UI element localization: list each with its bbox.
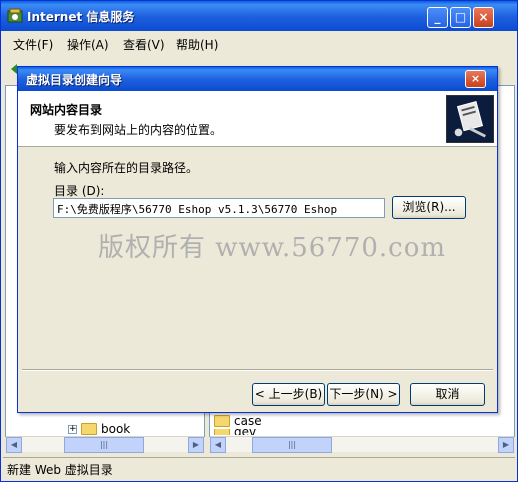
maximize-button[interactable]: □ bbox=[450, 7, 471, 28]
wizard-icon bbox=[446, 95, 494, 143]
iis-app-icon bbox=[7, 8, 23, 23]
menu-view[interactable]: 查看(V) bbox=[123, 36, 165, 53]
scroll-thumb[interactable]: ||| bbox=[64, 437, 144, 453]
folder-icon bbox=[214, 429, 230, 435]
list-item-label: dev bbox=[234, 429, 256, 435]
scroll-left-icon[interactable]: ◀ bbox=[210, 437, 226, 453]
prompt-text: 输入内容所在的目录路径。 bbox=[54, 161, 199, 175]
watermark-text: 版权所有 www.56770.com bbox=[98, 233, 447, 263]
menu-help[interactable]: 帮助(H) bbox=[176, 36, 218, 53]
back-button[interactable]: < 上一步(B) bbox=[252, 383, 325, 406]
main-title-bar[interactable]: Internet 信息服务 _ □ × bbox=[1, 1, 517, 31]
tree-item-label: book bbox=[101, 422, 131, 436]
right-hscrollbar[interactable]: ◀ ||| ▶ bbox=[210, 436, 514, 453]
directory-input[interactable]: F:\免费版程序\56770 Eshop v5.1.3\56770 Eshop bbox=[53, 198, 385, 218]
dialog-close-button[interactable]: × bbox=[465, 70, 486, 88]
list-item-label: case bbox=[234, 414, 262, 428]
minimize-button[interactable]: _ bbox=[427, 7, 448, 28]
next-button[interactable]: 下一步(N) > bbox=[327, 383, 400, 406]
main-title: Internet 信息服务 bbox=[27, 10, 135, 24]
browse-button[interactable]: 浏览(R)... bbox=[392, 196, 466, 219]
statusbar: 新建 Web 虚拟目录 bbox=[3, 457, 515, 479]
scroll-left-icon[interactable]: ◀ bbox=[6, 437, 22, 453]
menu-action[interactable]: 操作(A) bbox=[67, 36, 109, 53]
menubar: 文件(F) 操作(A) 查看(V) 帮助(H) bbox=[3, 34, 515, 54]
list-item[interactable]: dev bbox=[214, 429, 256, 435]
left-hscrollbar[interactable]: ◀ ||| ▶ bbox=[6, 436, 204, 453]
wizard-header: 网站内容目录 要发布到网站上的内容的位置。 bbox=[18, 91, 497, 147]
header-subtitle: 要发布到网站上的内容的位置。 bbox=[54, 123, 223, 137]
dialog-title-bar[interactable]: 虚拟目录创建向导 × bbox=[18, 67, 497, 91]
scroll-thumb[interactable]: ||| bbox=[252, 437, 332, 453]
divider bbox=[22, 369, 493, 371]
folder-icon bbox=[214, 415, 230, 427]
close-button[interactable]: × bbox=[473, 7, 494, 28]
menu-file[interactable]: 文件(F) bbox=[13, 36, 53, 53]
scroll-right-icon[interactable]: ▶ bbox=[188, 437, 204, 453]
expand-icon[interactable]: + bbox=[68, 424, 77, 434]
directory-label: 目录 (D): bbox=[54, 184, 105, 198]
wizard-dialog: 虚拟目录创建向导 × 网站内容目录 要发布到网站上的内容的位置。 输入内容所在的… bbox=[17, 66, 498, 413]
status-text: 新建 Web 虚拟目录 bbox=[7, 463, 113, 477]
header-title: 网站内容目录 bbox=[30, 103, 103, 117]
tree-item-book[interactable]: + book bbox=[68, 422, 130, 436]
folder-icon bbox=[81, 423, 97, 435]
scroll-right-icon[interactable]: ▶ bbox=[498, 437, 514, 453]
list-item[interactable]: case bbox=[214, 414, 262, 428]
dialog-title: 虚拟目录创建向导 bbox=[26, 73, 123, 87]
cancel-button[interactable]: 取消 bbox=[410, 383, 485, 406]
